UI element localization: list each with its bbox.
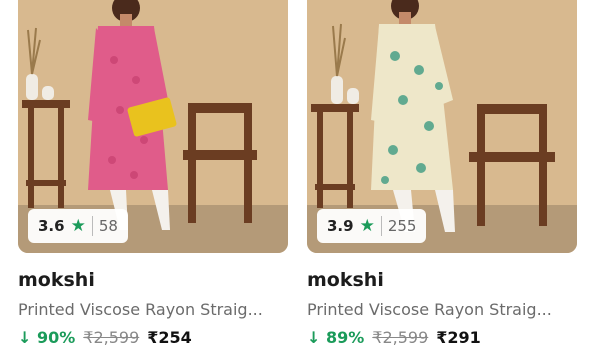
product-card[interactable]: 3.9 ★ 255 mokshi Printed Viscose Rayon S…	[307, 0, 577, 347]
rating-divider	[380, 216, 382, 236]
rating-badge: 3.9 ★ 255	[317, 209, 427, 243]
brand-name[interactable]: mokshi	[18, 269, 95, 291]
product-card[interactable]: 3.6 ★ 58 mokshi Printed Viscose Rayon St…	[18, 0, 288, 347]
rating-count: 58	[98, 217, 118, 235]
product-image[interactable]: 3.6 ★ 58	[18, 0, 288, 253]
rating-value: 3.9	[327, 217, 354, 235]
product-title[interactable]: Printed Viscose Rayon Straig...	[18, 300, 288, 319]
rating-badge: 3.6 ★ 58	[28, 209, 128, 243]
star-icon: ★	[359, 215, 375, 236]
rating-divider	[91, 216, 93, 236]
product-title[interactable]: Printed Viscose Rayon Straig...	[307, 300, 577, 319]
brand-name[interactable]: mokshi	[307, 269, 384, 291]
star-icon: ★	[70, 215, 86, 236]
rating-value: 3.6	[38, 217, 65, 235]
product-image[interactable]: 3.9 ★ 255	[307, 0, 577, 253]
rating-count: 255	[387, 217, 417, 235]
